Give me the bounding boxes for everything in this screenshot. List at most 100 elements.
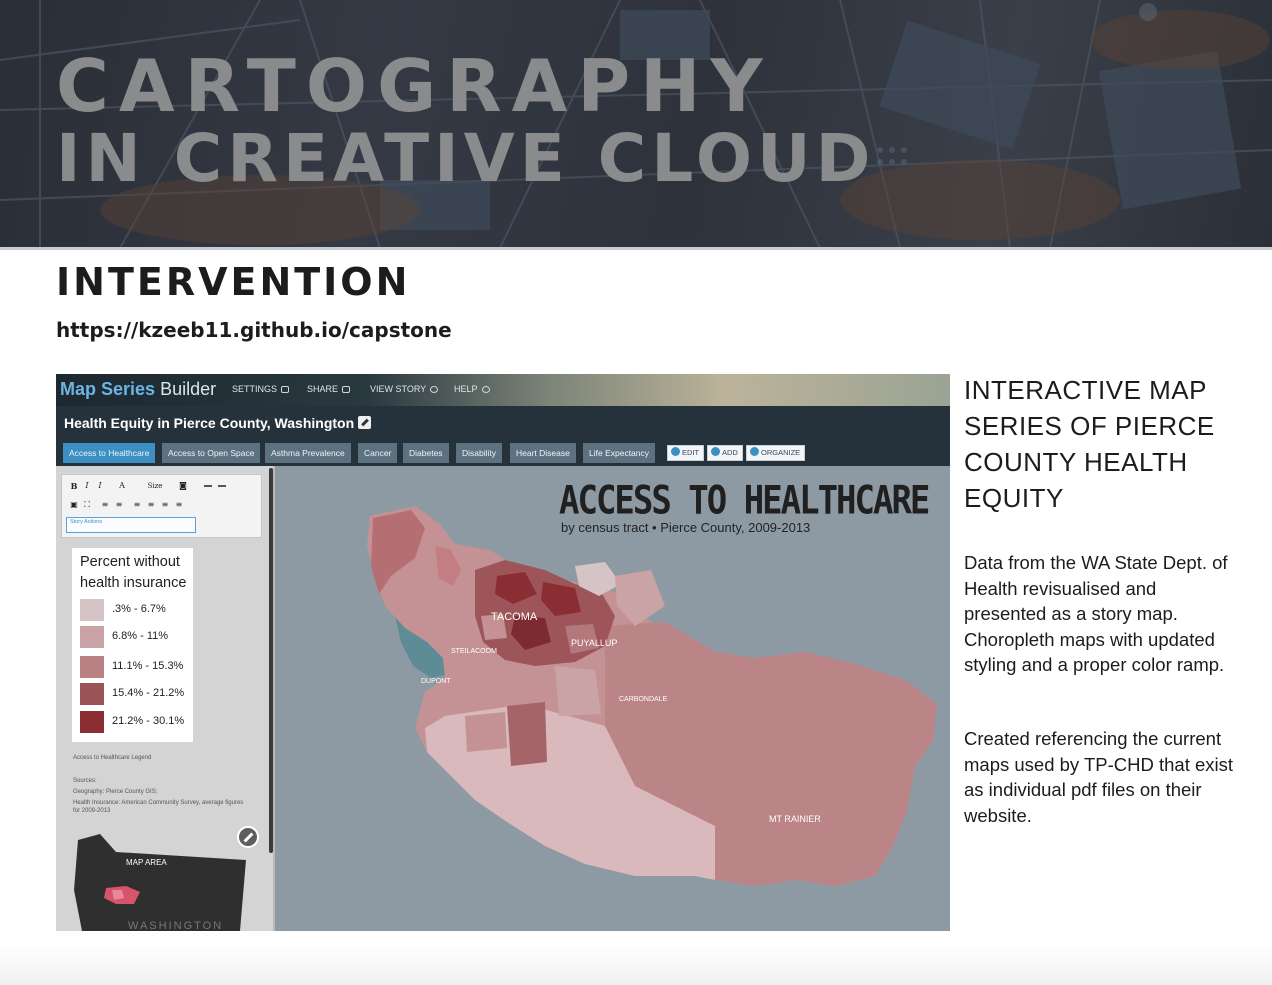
banner-divider <box>0 247 1272 250</box>
tab-open-space-label: Open Space <box>207 448 255 458</box>
tab-access-to-open-space[interactable]: Access to Open Space <box>162 443 261 463</box>
place-label-dupont: DUPONT <box>421 678 451 685</box>
media-icon[interactable]: ◙ <box>178 481 188 491</box>
header-banner: CARTOGRAPHY IN CREATIVE CLOUD <box>0 0 1272 248</box>
menu-view-story[interactable]: VIEW STORY <box>370 384 439 394</box>
story-actions-dropdown[interactable]: Story Actions <box>66 517 196 533</box>
pierce-county-map-shape <box>367 506 937 886</box>
story-title-text: Health Equity in Pierce County, Washingt… <box>64 415 355 431</box>
legend-swatch <box>80 626 104 648</box>
edit-button[interactable]: EDIT <box>667 445 705 461</box>
ordered-list-icon[interactable]: ≡ <box>100 500 110 510</box>
tab-disability[interactable]: Disability <box>456 443 503 463</box>
legend-swatch <box>80 599 104 621</box>
help-icon <box>481 386 490 394</box>
sources-label: Sources: <box>73 778 97 784</box>
story-actions-label: Story Actions <box>70 519 103 525</box>
section-heading: INTERVENTION <box>56 260 411 304</box>
builder-brand-light: Builder <box>160 379 217 399</box>
locator-inset-map: MAP AREA WASHINGTON <box>56 830 272 931</box>
menu-help-label: HELP <box>454 384 478 394</box>
banner-title-line2: IN CREATIVE CLOUD <box>56 120 876 197</box>
menu-settings[interactable]: SETTINGS <box>232 384 290 394</box>
add-button[interactable]: ADD <box>707 445 743 461</box>
eye-icon <box>430 386 439 394</box>
legend-caption: Access to Healthcare Legend <box>73 755 152 761</box>
inset-state-label: WASHINGTON <box>128 920 224 931</box>
link-icon[interactable] <box>204 485 212 487</box>
legend-item: 15.4% - 21.2% <box>80 683 190 705</box>
font-color-button[interactable]: A <box>117 481 127 491</box>
unlink-icon[interactable] <box>218 485 226 487</box>
legend-title: Percent without health insurance <box>80 554 187 591</box>
menu-share-label: SHARE <box>307 384 339 394</box>
gear-icon <box>281 386 290 394</box>
rich-text-toolbar: B I I A Size ◙ ▣ ⛶ ≡ ≡ ≡ ≡ ≡ ≡ Story Act… <box>61 474 262 538</box>
pencil-icon[interactable] <box>358 416 372 429</box>
legend-label: 21.2% - 30.1% <box>112 715 185 727</box>
source-icon[interactable]: ▣ <box>69 500 79 510</box>
legend-label: 6.8% - 11% <box>112 630 169 642</box>
place-label-carbondale: CARBONDALE <box>619 696 668 703</box>
description-paragraph-2: Created referencing the current maps use… <box>964 728 1234 826</box>
legend-label: 11.1% - 15.3% <box>112 660 184 672</box>
plus-icon <box>711 447 720 456</box>
clear-format-button[interactable]: I <box>95 481 105 491</box>
menu-settings-label: SETTINGS <box>232 384 278 394</box>
font-size-select[interactable]: Size <box>142 481 168 491</box>
choropleth-map[interactable]: ACCESS TO HEALTHCARE by census tract • P… <box>275 466 950 931</box>
tab-diabetes[interactable]: Diabetes <box>403 443 449 463</box>
banner-title-line1: CARTOGRAPHY <box>56 44 773 128</box>
place-label-steilacoom: STEILACOOM <box>451 648 497 655</box>
place-label-tacoma: TACOMA <box>491 611 538 623</box>
align-right-icon[interactable]: ≡ <box>160 500 170 510</box>
align-left-icon[interactable]: ≡ <box>132 500 142 510</box>
pencil-icon <box>671 447 680 456</box>
story-title[interactable]: Health Equity in Pierce County, Washingt… <box>64 415 372 431</box>
organize-button-label: ORGANIZE <box>761 448 801 457</box>
tab-asthma-prevalence[interactable]: Asthma Prevalence <box>265 443 351 463</box>
font-size-label: Size <box>147 482 163 490</box>
italic-button[interactable]: I <box>82 481 92 491</box>
builder-brand: Map Series Builder <box>60 379 216 400</box>
organize-button[interactable]: ORGANIZE <box>746 445 806 461</box>
source-insurance: Health Insurance: American Community Sur… <box>73 800 244 814</box>
place-label-puyallup: PUYALLUP <box>571 638 618 648</box>
project-url-link[interactable]: https://kzeeb11.github.io/capstone <box>56 318 452 342</box>
menu-help[interactable]: HELP <box>454 384 490 394</box>
tab-prefix: Access to <box>168 448 208 458</box>
legend-label: 15.4% - 21.2% <box>112 687 185 699</box>
builder-app-bar: Map Series Builder SETTINGS SHARE VIEW S… <box>56 374 950 406</box>
panel-scrollbar[interactable] <box>269 468 273 853</box>
description-paragraph-1: Data from the WA State Dept. of Health r… <box>964 552 1228 675</box>
story-title-bar: Health Equity in Pierce County, Washingt… <box>56 406 950 440</box>
source-geography: Geography: Pierce County GIS; <box>73 789 158 795</box>
washington-locator-shape <box>74 834 246 931</box>
map-series-builder-screenshot: Map Series Builder SETTINGS SHARE VIEW S… <box>56 374 950 931</box>
legend-swatch <box>80 711 104 733</box>
fullscreen-icon[interactable]: ⛶ <box>82 500 92 510</box>
legend-item: 6.8% - 11% <box>80 626 190 648</box>
bullet-list-icon[interactable]: ≡ <box>114 500 124 510</box>
legend-item: .3% - 6.7% <box>80 599 190 621</box>
tab-cancer[interactable]: Cancer <box>358 443 398 463</box>
inset-map-area-label: MAP AREA <box>126 858 167 867</box>
place-label-mt-rainier: MT RAINIER <box>769 814 821 824</box>
description-title: INTERACTIVE MAP SERIES OF PIERCE COUNTY … <box>964 375 1215 513</box>
tab-heart-disease[interactable]: Heart Disease <box>510 443 576 463</box>
legend-swatch <box>80 656 104 678</box>
legend-item: 11.1% - 15.3% <box>80 656 190 678</box>
legend-item: 21.2% - 30.1% <box>80 711 190 733</box>
map-legend: Percent without health insurance .3% - 6… <box>72 548 193 742</box>
bold-button[interactable]: B <box>69 481 79 491</box>
list-icon <box>750 447 759 456</box>
map-subtitle: by census tract • Pierce County, 2009-20… <box>561 520 811 535</box>
edit-button-label: EDIT <box>682 448 700 457</box>
menu-share[interactable]: SHARE <box>307 384 351 394</box>
justify-icon[interactable]: ≡ <box>174 500 184 510</box>
tab-access-to-healthcare[interactable]: Access to Healthcare <box>63 443 156 463</box>
share-icon <box>342 386 351 394</box>
tab-life-expectancy[interactable]: Life Expectancy <box>583 443 656 463</box>
align-center-icon[interactable]: ≡ <box>146 500 156 510</box>
page-bottom-shade <box>0 945 1272 985</box>
